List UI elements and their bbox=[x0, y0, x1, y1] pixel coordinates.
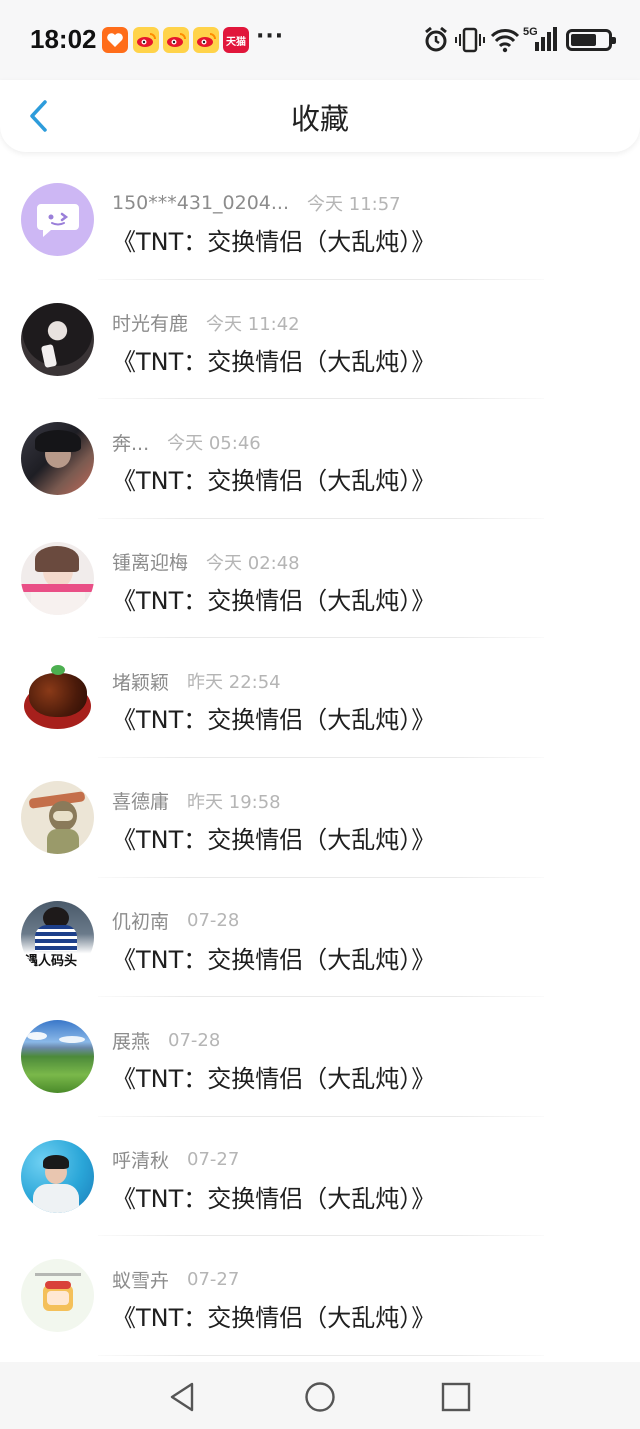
item-title: 《TNT：交换情侣（大乱炖）》 bbox=[112, 347, 436, 376]
item-title: 《TNT：交换情侣（大乱炖）》 bbox=[112, 1184, 436, 1213]
timestamp: 今天 11:57 bbox=[307, 194, 401, 215]
chat-bubble-icon bbox=[36, 203, 79, 237]
username: 喜德庸 bbox=[112, 791, 170, 814]
username: 蚁雪卉 bbox=[112, 1269, 170, 1292]
header: 收藏 bbox=[0, 80, 640, 152]
status-time: 18:02 bbox=[30, 24, 97, 54]
list-item[interactable]: 蚁雪卉 07-27 《TNT：交换情侣（大乱炖）》 bbox=[0, 1236, 640, 1356]
item-title: 《TNT：交换情侣（大乱炖）》 bbox=[112, 706, 436, 735]
avatar bbox=[21, 422, 94, 496]
avatar bbox=[21, 661, 94, 735]
list-item[interactable]: 锺离迎梅 今天 02:48 《TNT：交换情侣（大乱炖）》 bbox=[0, 519, 640, 639]
favorites-screen: 18:02 天猫 ··· 5G 收藏 150***431_0204... 今天 … bbox=[0, 0, 640, 1429]
battery-level-fill bbox=[571, 34, 596, 46]
avatar bbox=[21, 1020, 94, 1094]
timestamp: 07-27 bbox=[187, 1149, 240, 1171]
username: 展燕 bbox=[112, 1030, 151, 1053]
avatar bbox=[21, 1259, 94, 1333]
nav-back-button[interactable] bbox=[166, 1380, 200, 1414]
list-item[interactable]: 奔... 今天 05:46 《TNT：交换情侣（大乱炖）》 bbox=[0, 399, 640, 519]
item-meta: 展燕 07-28 bbox=[112, 1027, 220, 1053]
username: 锺离迎梅 bbox=[112, 552, 189, 575]
timestamp: 今天 05:46 bbox=[167, 433, 261, 455]
item-meta: 喜德庸 昨天 19:58 bbox=[112, 788, 281, 814]
list-item[interactable]: 遇人码头 仉初南 07-28 《TNT：交换情侣（大乱炖）》 bbox=[0, 878, 640, 998]
avatar bbox=[21, 1139, 94, 1213]
avatar bbox=[21, 302, 94, 376]
item-meta: 呼清秋 07-27 bbox=[112, 1147, 239, 1173]
username: 时光有鹿 bbox=[112, 313, 189, 336]
avatar bbox=[21, 780, 94, 854]
more-notifications-icon: ··· bbox=[256, 24, 285, 49]
tmall-label: 天猫 bbox=[226, 36, 246, 48]
username: 150***431_0204... bbox=[112, 192, 290, 214]
username: 堵颖颖 bbox=[112, 671, 170, 694]
favorites-list: 150***431_0204... 今天 11:57 《TNT：交换情侣（大乱炖… bbox=[0, 160, 640, 1356]
page-title: 收藏 bbox=[290, 102, 349, 136]
username: 呼清秋 bbox=[112, 1150, 170, 1173]
timestamp: 07-28 bbox=[168, 1029, 221, 1051]
item-title: 《TNT：交换情侣（大乱炖）》 bbox=[112, 1065, 436, 1094]
battery-icon bbox=[566, 29, 616, 51]
item-meta: 150***431_0204... 今天 11:57 bbox=[112, 190, 401, 216]
item-title: 《TNT：交换情侣（大乱炖）》 bbox=[112, 467, 436, 496]
item-title: 《TNT：交换情侣（大乱炖）》 bbox=[112, 1304, 436, 1333]
timestamp: 今天 02:48 bbox=[206, 552, 300, 574]
list-item[interactable]: 时光有鹿 今天 11:42 《TNT：交换情侣（大乱炖）》 bbox=[0, 280, 640, 400]
item-meta: 蚁雪卉 07-27 bbox=[112, 1266, 239, 1292]
item-title: 《TNT：交换情侣（大乱炖）》 bbox=[112, 945, 436, 974]
back-triangle-icon bbox=[170, 1382, 194, 1412]
tmall-icon: 天猫 bbox=[223, 27, 249, 53]
list-item[interactable]: 呼清秋 07-27 《TNT：交换情侣（大乱炖）》 bbox=[0, 1117, 640, 1237]
recents-square-icon bbox=[441, 1382, 471, 1412]
system-nav-bar bbox=[0, 1362, 640, 1429]
timestamp: 07-27 bbox=[187, 1268, 240, 1290]
list-item[interactable]: 喜德庸 昨天 19:58 《TNT：交换情侣（大乱炖）》 bbox=[0, 758, 640, 878]
vibrate-icon bbox=[455, 27, 485, 53]
item-title: 《TNT：交换情侣（大乱炖）》 bbox=[112, 228, 436, 256]
list-item[interactable]: 堵颖颖 昨天 22:54 《TNT：交换情侣（大乱炖）》 bbox=[0, 638, 640, 758]
home-circle-icon bbox=[305, 1382, 335, 1412]
weibo-icon bbox=[193, 27, 219, 53]
timestamp: 今天 11:42 bbox=[206, 313, 300, 335]
list-item[interactable]: 展燕 07-28 《TNT：交换情侣（大乱炖）》 bbox=[0, 997, 640, 1117]
item-meta: 仉初南 07-28 bbox=[112, 908, 239, 934]
avatar bbox=[21, 183, 94, 256]
wifi-icon bbox=[490, 29, 520, 53]
avatar-caption: 遇人码头 bbox=[25, 953, 78, 969]
item-title: 《TNT：交换情侣（大乱炖）》 bbox=[112, 586, 436, 615]
nav-home-button[interactable] bbox=[303, 1380, 337, 1414]
item-meta: 锺离迎梅 今天 02:48 bbox=[112, 549, 300, 575]
username: 奔... bbox=[112, 432, 150, 455]
nav-recents-button[interactable] bbox=[439, 1380, 473, 1414]
timestamp: 07-28 bbox=[187, 910, 240, 932]
weibo-icon bbox=[133, 27, 159, 53]
signal-icon bbox=[535, 27, 557, 51]
status-bar: 18:02 天猫 ··· 5G bbox=[0, 0, 640, 80]
avatar bbox=[21, 541, 94, 615]
weibo-icon bbox=[163, 27, 189, 53]
timestamp: 昨天 22:54 bbox=[187, 672, 281, 694]
alarm-icon bbox=[425, 26, 447, 52]
timestamp: 昨天 19:58 bbox=[187, 791, 281, 813]
taobao-icon bbox=[102, 27, 128, 53]
item-title: 《TNT：交换情侣（大乱炖）》 bbox=[112, 825, 436, 854]
item-meta: 堵颖颖 昨天 22:54 bbox=[112, 668, 281, 694]
avatar: 遇人码头 bbox=[21, 900, 94, 974]
list-item[interactable]: 150***431_0204... 今天 11:57 《TNT：交换情侣（大乱炖… bbox=[0, 160, 640, 280]
username: 仉初南 bbox=[112, 911, 170, 934]
item-meta: 时光有鹿 今天 11:42 bbox=[112, 310, 300, 336]
item-meta: 奔... 今天 05:46 bbox=[112, 429, 261, 455]
